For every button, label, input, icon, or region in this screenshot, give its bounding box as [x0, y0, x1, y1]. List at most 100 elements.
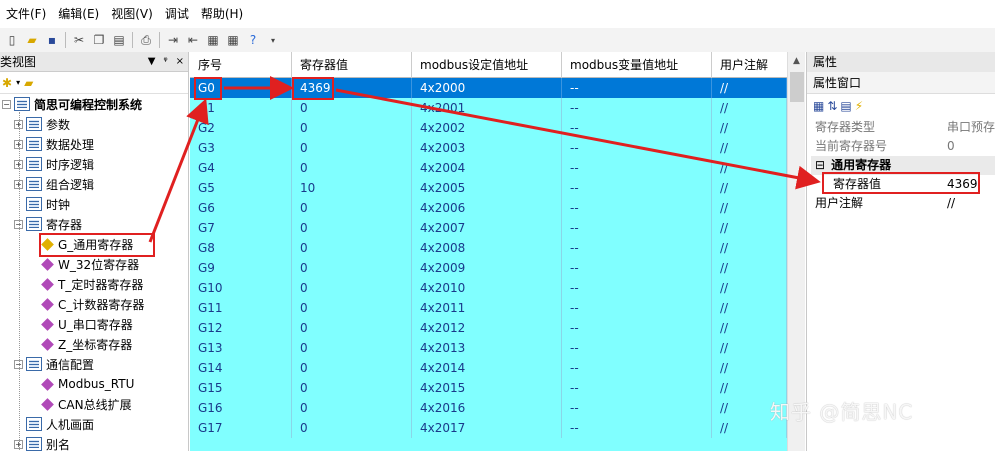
indent-icon[interactable]: ⇥	[163, 30, 183, 50]
cell-comment[interactable]: //	[712, 198, 787, 218]
cell-value[interactable]: 0	[292, 338, 412, 358]
cell-value[interactable]: 0	[292, 378, 412, 398]
cell-set-address[interactable]: 4x2003	[412, 138, 562, 158]
table-row[interactable]: G6 0 4x2006 --//	[190, 198, 787, 218]
cell-var-address[interactable]: --	[562, 358, 712, 378]
cell-set-address[interactable]: 4x2001	[412, 98, 562, 118]
cell-var-address[interactable]: --	[562, 398, 712, 418]
paste-icon[interactable]: ▤	[109, 30, 129, 50]
cell-index[interactable]: G10	[190, 278, 292, 298]
tree-leaf-register[interactable]: U_串口寄存器	[40, 314, 133, 334]
cell-comment[interactable]: //	[712, 378, 787, 398]
chevron-down-icon[interactable]: ▾	[16, 78, 20, 87]
cell-set-address[interactable]: 4x2015	[412, 378, 562, 398]
events-icon[interactable]: ⚡	[855, 99, 863, 113]
cell-comment[interactable]: //	[712, 338, 787, 358]
cell-value[interactable]: 0	[292, 238, 412, 258]
cell-value[interactable]: 0	[292, 138, 412, 158]
settings-icon[interactable]: ✱	[2, 76, 12, 90]
table-row[interactable]: G8 0 4x2008 --//	[190, 238, 787, 258]
categorized-icon[interactable]: ▦	[813, 99, 824, 113]
cell-comment[interactable]: //	[712, 98, 787, 118]
cell-index[interactable]: G6	[190, 198, 292, 218]
sort-alpha-icon[interactable]: ⇅	[827, 99, 837, 113]
menu-debug[interactable]: 调试	[159, 0, 195, 28]
table-row[interactable]: G9 0 4x2009 --//	[190, 258, 787, 278]
cell-index[interactable]: G13	[190, 338, 292, 358]
cell-value[interactable]: 0	[292, 218, 412, 238]
tree-node[interactable]: + 别名	[14, 434, 70, 451]
cell-set-address[interactable]: 4x2007	[412, 218, 562, 238]
column-header-value[interactable]: 寄存器值	[292, 52, 412, 78]
cell-set-address[interactable]: 4x2009	[412, 258, 562, 278]
cell-set-address[interactable]: 4x2005	[412, 178, 562, 198]
cell-value[interactable]: 0	[292, 418, 412, 438]
cell-index[interactable]: G11	[190, 298, 292, 318]
cell-var-address[interactable]: --	[562, 198, 712, 218]
cut-icon[interactable]: ✂	[69, 30, 89, 50]
cell-index[interactable]: G17	[190, 418, 292, 438]
cell-var-address[interactable]: --	[562, 138, 712, 158]
cell-value[interactable]: 0	[292, 158, 412, 178]
cell-index[interactable]: G8	[190, 238, 292, 258]
collapse-icon[interactable]: ⊟	[815, 158, 825, 172]
tree-leaf-register[interactable]: W_32位寄存器	[40, 254, 139, 274]
table-row[interactable]: G10 0 4x2010 --//	[190, 278, 787, 298]
tree-leaf-register[interactable]: T_定时器寄存器	[40, 274, 143, 294]
table-row[interactable]: G12 0 4x2012 --//	[190, 318, 787, 338]
cell-set-address[interactable]: 4x2006	[412, 198, 562, 218]
tree-node[interactable]: + 数据处理	[14, 134, 94, 154]
column-header-comment[interactable]: 用户注解	[712, 52, 787, 78]
table-row[interactable]: G16 0 4x2016 --//	[190, 398, 787, 418]
cell-comment[interactable]: //	[712, 78, 787, 98]
cell-var-address[interactable]: --	[562, 298, 712, 318]
cell-comment[interactable]: //	[712, 238, 787, 258]
tree-node[interactable]: 时钟	[14, 194, 70, 214]
cell-index[interactable]: G5	[190, 178, 292, 198]
scrollbar-thumb[interactable]	[790, 72, 804, 102]
cell-comment[interactable]: //	[712, 358, 787, 378]
cell-index[interactable]: G14	[190, 358, 292, 378]
column-header-index[interactable]: 序号	[190, 52, 292, 78]
cell-var-address[interactable]: --	[562, 278, 712, 298]
cell-index[interactable]: G4	[190, 158, 292, 178]
table-row[interactable]: G15 0 4x2015 --//	[190, 378, 787, 398]
cell-comment[interactable]: //	[712, 218, 787, 238]
cell-set-address[interactable]: 4x2004	[412, 158, 562, 178]
table-row[interactable]: G13 0 4x2013 --//	[190, 338, 787, 358]
cell-index[interactable]: G7	[190, 218, 292, 238]
cell-index[interactable]: G16	[190, 398, 292, 418]
cell-var-address[interactable]: --	[562, 118, 712, 138]
table-row[interactable]: G0 4369 4x2000 --//	[190, 78, 787, 98]
cell-set-address[interactable]: 4x2002	[412, 118, 562, 138]
table-row[interactable]: G1 0 4x2001 --//	[190, 98, 787, 118]
toolbar-overflow-icon[interactable]: ▾	[263, 30, 283, 50]
property-row[interactable]: 寄存器类型 串口预存	[811, 118, 995, 137]
menu-edit[interactable]: 编辑(E)	[52, 0, 105, 28]
tree-leaf-register[interactable]: C_计数器寄存器	[40, 294, 144, 314]
property-row[interactable]: 当前寄存器号 0	[811, 137, 995, 156]
cell-comment[interactable]: //	[712, 138, 787, 158]
cell-comment[interactable]: //	[712, 158, 787, 178]
save-icon[interactable]: ▪	[42, 30, 62, 50]
help-icon[interactable]: ?	[243, 30, 263, 50]
cell-var-address[interactable]: --	[562, 158, 712, 178]
column-header-var-address[interactable]: modbus变量值地址	[562, 52, 712, 78]
cell-var-address[interactable]: --	[562, 78, 712, 98]
table-row[interactable]: G2 0 4x2002 --//	[190, 118, 787, 138]
pin-icon[interactable]: ᵠ	[163, 56, 167, 67]
cell-var-address[interactable]: --	[562, 218, 712, 238]
collapse-icon[interactable]: −	[2, 99, 11, 109]
cell-var-address[interactable]: --	[562, 318, 712, 338]
tree-node[interactable]: − 通信配置	[14, 354, 94, 374]
cell-var-address[interactable]: --	[562, 378, 712, 398]
cell-value[interactable]: 0	[292, 198, 412, 218]
panel-dropdown-icon[interactable]: ▼	[148, 56, 156, 67]
cell-index[interactable]: G1	[190, 98, 292, 118]
table-row[interactable]: G3 0 4x2003 --//	[190, 138, 787, 158]
tree-root[interactable]: − 简思可编程控制系统	[2, 94, 142, 114]
cell-index[interactable]: G15	[190, 378, 292, 398]
cell-set-address[interactable]: 4x2017	[412, 418, 562, 438]
print-icon[interactable]: ⎙	[136, 30, 156, 50]
cell-set-address[interactable]: 4x2008	[412, 238, 562, 258]
